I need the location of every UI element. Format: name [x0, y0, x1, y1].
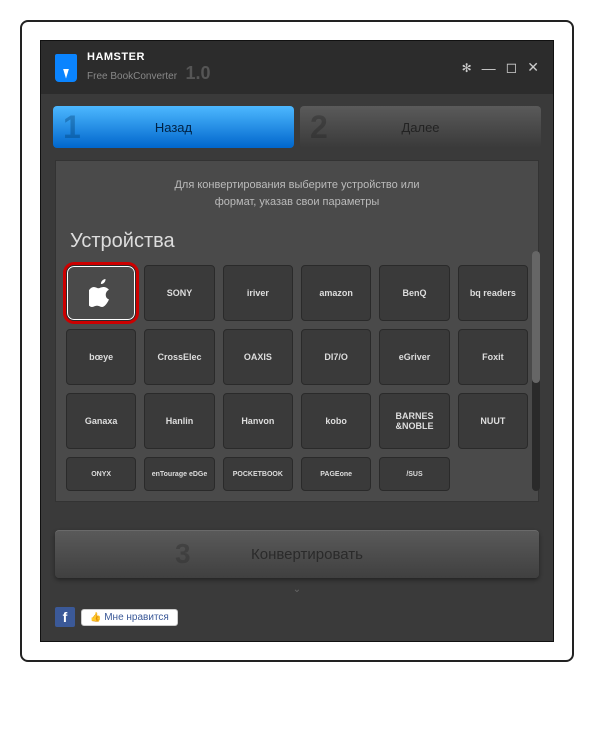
device-ditto[interactable]: DI7/O	[301, 329, 371, 385]
device-sony[interactable]: SONY	[144, 265, 214, 321]
titlebar: HAMSTER Free BookConverter 1.0 ✻ — ◻ ✕	[41, 41, 553, 94]
device-panel: Для конвертирования выберите устройство …	[55, 160, 539, 502]
device-egriver[interactable]: eGriver	[379, 329, 449, 385]
minimize-icon[interactable]: —	[482, 60, 496, 76]
device-benq[interactable]: BenQ	[379, 265, 449, 321]
device-entourage[interactable]: enTourage eDGe	[144, 457, 214, 491]
device-iriver[interactable]: iriver	[223, 265, 293, 321]
device-hanvon[interactable]: Hanvon	[223, 393, 293, 449]
device-boeye[interactable]: bœye	[66, 329, 136, 385]
convert-label: Конвертировать	[251, 546, 363, 563]
footer: f Мне нравится	[41, 599, 553, 641]
device-onyx[interactable]: ONYX	[66, 457, 136, 491]
window-controls: ✻ — ◻ ✕	[462, 59, 539, 76]
device-grid: SONYiriveramazonBenQbq readers bœyeCrossE…	[66, 265, 528, 491]
app-version: 1.0	[186, 63, 211, 83]
expand-icon[interactable]: ⌄	[41, 584, 553, 599]
step-next-button[interactable]: 2 Далее	[300, 106, 541, 148]
convert-area: 3 Конвертировать	[41, 516, 553, 592]
convert-button[interactable]: 3 Конвертировать	[55, 530, 539, 578]
app-window: HAMSTER Free BookConverter 1.0 ✻ — ◻ ✕ 1…	[40, 40, 554, 642]
title-block: HAMSTER Free BookConverter 1.0	[87, 51, 211, 84]
step-label: Назад	[53, 120, 294, 135]
device-kobo[interactable]: kobo	[301, 393, 371, 449]
apple-icon	[89, 279, 113, 307]
step-number: 3	[175, 538, 191, 570]
like-button[interactable]: Мне нравится	[81, 609, 178, 626]
maximize-icon[interactable]: ◻	[506, 59, 518, 76]
hint-text: Для конвертирования выберите устройство …	[66, 177, 528, 210]
app-name: HAMSTER	[87, 51, 211, 63]
device-pageone[interactable]: PAGEone	[301, 457, 371, 491]
step-back-button[interactable]: 1 Назад	[53, 106, 294, 148]
scroll-thumb[interactable]	[532, 251, 540, 383]
device-pocketbook[interactable]: POCKETBOOK	[223, 457, 293, 491]
facebook-icon[interactable]: f	[55, 607, 75, 627]
step-label: Далее	[300, 120, 541, 135]
device-amazon[interactable]: amazon	[301, 265, 371, 321]
device-oaxis[interactable]: OAXIS	[223, 329, 293, 385]
device-foxit[interactable]: Foxit	[458, 329, 528, 385]
app-logo-icon	[55, 54, 77, 82]
device-apple[interactable]	[66, 265, 136, 321]
device-ganaxa[interactable]: Ganaxa	[66, 393, 136, 449]
screenshot-frame: HAMSTER Free BookConverter 1.0 ✻ — ◻ ✕ 1…	[20, 20, 574, 662]
wizard-steps: 1 Назад 2 Далее	[41, 94, 553, 160]
settings-icon[interactable]: ✻	[462, 61, 472, 75]
device-nuut[interactable]: NUUT	[458, 393, 528, 449]
section-title: Устройства	[66, 230, 528, 253]
device-bq[interactable]: bq readers	[458, 265, 528, 321]
device-crosselec[interactable]: CrossElec	[144, 329, 214, 385]
scrollbar[interactable]	[532, 251, 540, 491]
device-barnes[interactable]: BARNES &NOBLE	[379, 393, 449, 449]
device-hanlin[interactable]: Hanlin	[144, 393, 214, 449]
app-subtitle: Free BookConverter	[87, 71, 177, 82]
content-area: Для конвертирования выберите устройство …	[41, 160, 553, 516]
close-icon[interactable]: ✕	[527, 59, 539, 76]
device-asus[interactable]: /SUS	[379, 457, 449, 491]
